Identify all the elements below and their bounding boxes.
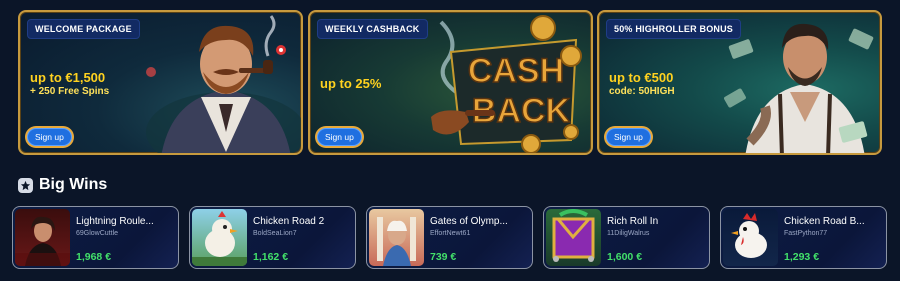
win-amount: 1,968 €	[76, 251, 112, 263]
sign-up-button[interactable]: Sign up	[317, 128, 362, 146]
win-card[interactable]: Rich Roll In 11DiligWalrus 1,600 €	[543, 206, 710, 269]
promo-badge: 50% HIGHROLLER BONUS	[606, 19, 742, 39]
win-card[interactable]: Lightning Roule... 69GlowCuttle 1,968 €	[12, 206, 179, 269]
game-thumbnail	[546, 209, 601, 266]
winner-username: EffortNewt61	[430, 230, 471, 237]
sign-up-button[interactable]: Sign up	[606, 128, 651, 146]
promo-banners: WELCOME PACKAGE up to €1,500 + 250 Free …	[18, 10, 882, 155]
promo-badge: WEEKLY CASHBACK	[317, 19, 428, 39]
win-card[interactable]: Gates of Olymp... EffortNewt61 739 €	[366, 206, 533, 269]
win-amount: 739 €	[430, 251, 457, 263]
winner-username: 11DiligWalrus	[607, 230, 650, 237]
winner-username: 69GlowCuttle	[76, 230, 119, 237]
promo-card-cashback[interactable]: CASH BACK WEEKLY CASHBACK up to 25% Sign…	[308, 10, 593, 155]
cash-art-text: CASH	[468, 52, 564, 90]
win-amount: 1,293 €	[784, 251, 820, 263]
win-card[interactable]: Chicken Road B... FastPython77 1,293 €	[720, 206, 887, 269]
big-wins-list: Lightning Roule... 69GlowCuttle 1,968 € …	[12, 206, 888, 270]
promo-badge: WELCOME PACKAGE	[27, 19, 140, 39]
game-name: Chicken Road 2	[253, 216, 325, 227]
win-amount: 1,600 €	[607, 251, 643, 263]
star-icon	[18, 177, 33, 193]
gentleman-illustration	[146, 15, 301, 153]
game-thumbnail	[15, 209, 70, 266]
game-thumbnail	[192, 209, 247, 266]
promo-subtitle: code: 50HIGH	[609, 86, 675, 97]
promo-amount: up to 25%	[320, 76, 382, 91]
promo-amount: up to €500	[609, 70, 674, 85]
big-wins-heading: Big Wins	[18, 176, 107, 194]
promo-subtitle: + 250 Free Spins	[30, 86, 110, 97]
game-name: Gates of Olymp...	[430, 216, 508, 227]
win-amount: 1,162 €	[253, 251, 289, 263]
winner-username: BoldSeaLion7	[253, 230, 297, 237]
game-thumbnail	[369, 209, 424, 266]
promo-card-highroller[interactable]: 50% HIGHROLLER BONUS up to €500 code: 50…	[597, 10, 882, 155]
sign-up-button[interactable]: Sign up	[27, 128, 72, 146]
big-wins-title: Big Wins	[39, 176, 108, 193]
promo-card-welcome[interactable]: WELCOME PACKAGE up to €1,500 + 250 Free …	[18, 10, 303, 155]
game-name: Lightning Roule...	[76, 216, 154, 227]
promo-amount: up to €1,500	[30, 70, 106, 85]
winner-username: FastPython77	[784, 230, 828, 237]
game-name: Rich Roll In	[607, 216, 659, 227]
win-card[interactable]: Chicken Road 2 BoldSeaLion7 1,162 €	[189, 206, 356, 269]
game-thumbnail	[723, 209, 778, 266]
game-name: Chicken Road B...	[784, 216, 865, 227]
cashback-illustration: CASH BACK	[431, 15, 582, 153]
